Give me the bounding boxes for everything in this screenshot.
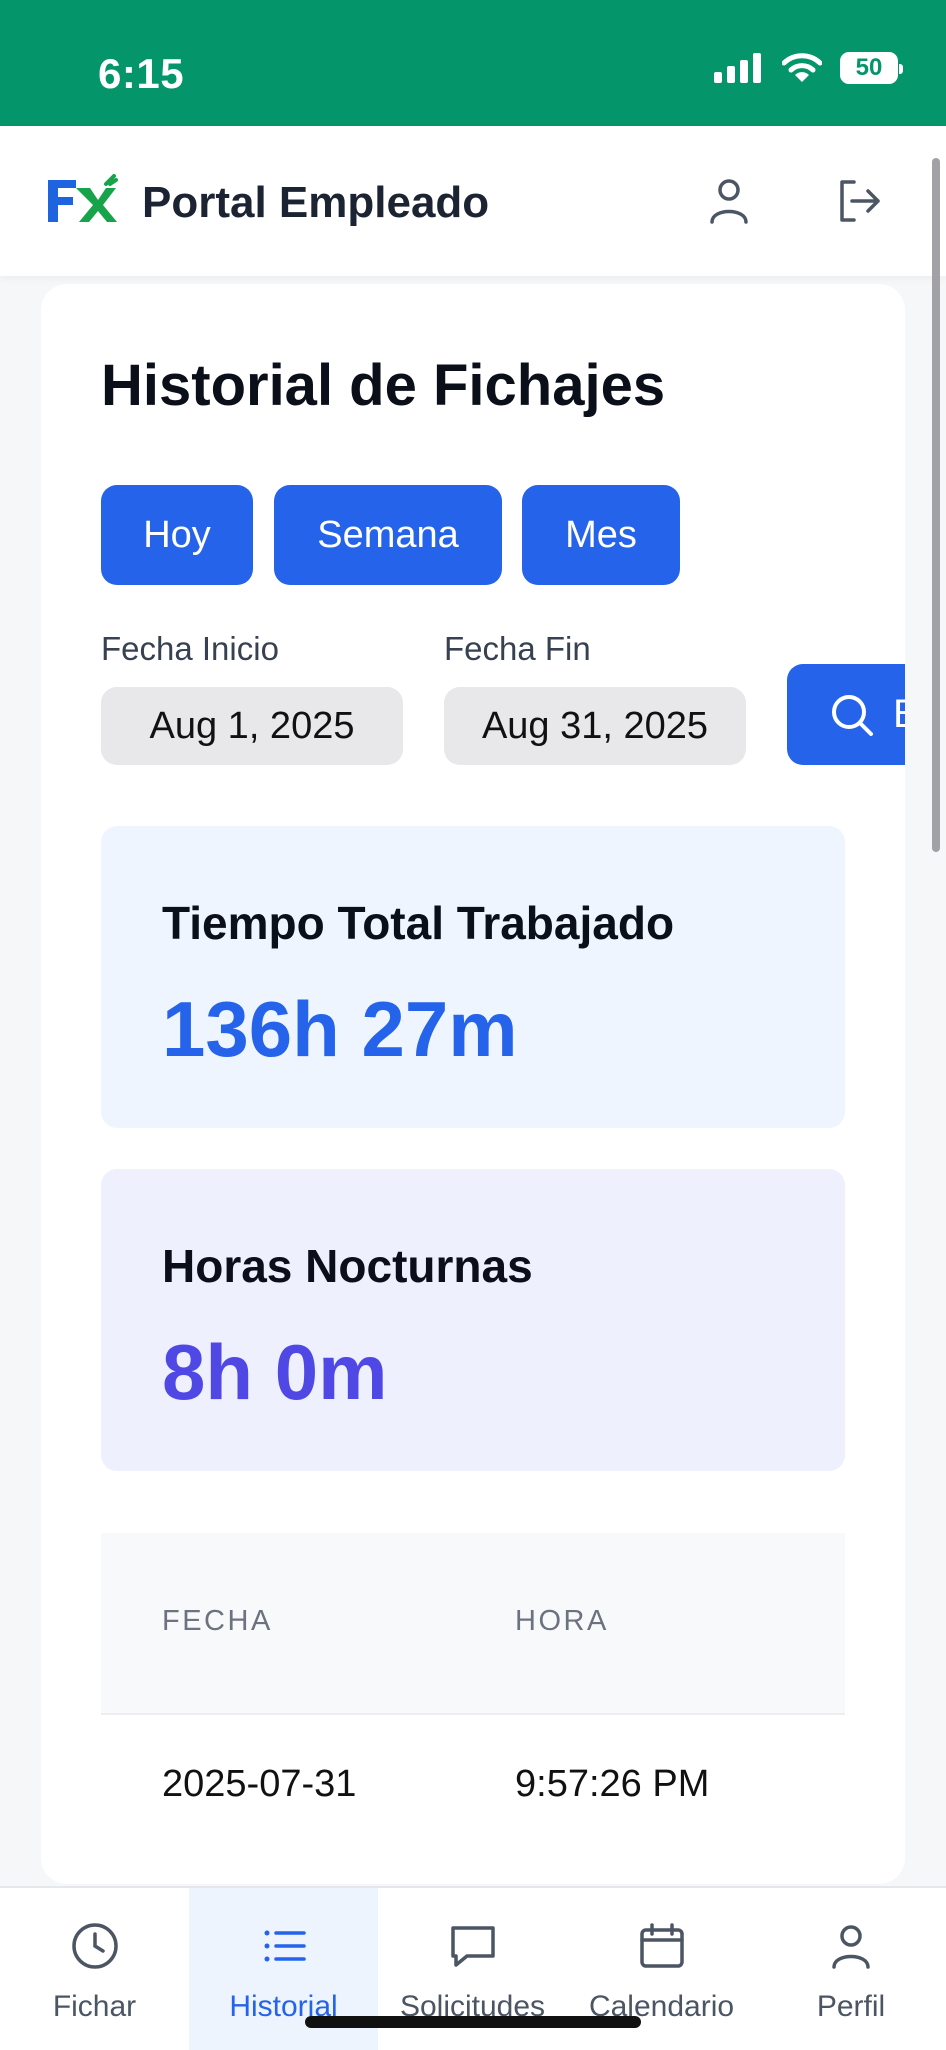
search-button[interactable]: Bu	[787, 664, 905, 765]
app-title: Portal Empleado	[142, 178, 490, 227]
filter-month-button[interactable]: Mes	[522, 485, 680, 585]
table-row: 2025-07-31 9:57:26 PM	[101, 1715, 845, 1865]
logout-icon[interactable]	[832, 174, 886, 228]
nav-label-fichar: Fichar	[52, 1990, 137, 2023]
battery-level: 50	[855, 54, 883, 81]
calendar-icon	[639, 1923, 684, 1968]
signal-icon	[714, 53, 761, 83]
battery-icon: 50	[840, 52, 903, 84]
nav-label-perfil: Perfil	[816, 1990, 886, 2023]
night-hours-value: 8h 0m	[162, 1328, 388, 1416]
filter-week-button[interactable]: Semana	[274, 485, 502, 585]
page-title: Historial de Fichajes	[101, 353, 666, 418]
total-time-card: Tiempo Total Trabajado 136h 27m	[101, 826, 845, 1128]
filter-today-button[interactable]: Hoy	[101, 485, 253, 585]
total-time-value: 136h 27m	[162, 985, 518, 1073]
status-bar: 6:15 50	[0, 0, 946, 126]
column-header-fecha: FECHA	[162, 1605, 273, 1637]
list-icon	[264, 1930, 306, 1962]
status-time: 6:15	[98, 50, 185, 97]
cell-fecha: 2025-07-31	[162, 1763, 357, 1805]
home-indicator	[305, 2016, 641, 2028]
search-label: Bu	[893, 692, 905, 737]
scrollbar[interactable]	[932, 158, 940, 852]
history-card: Historial de Fichajes Hoy Semana Mes Fec…	[41, 284, 905, 1884]
search-icon	[832, 694, 873, 736]
start-date-label: Fecha Inicio	[101, 630, 279, 667]
clock-icon	[71, 1923, 118, 1969]
history-table: FECHA HORA 2025-07-31 9:57:26 PM	[101, 1533, 845, 1865]
night-hours-title: Horas Nocturnas	[162, 1240, 533, 1292]
end-date-label: Fecha Fin	[444, 630, 591, 667]
status-icons: 50	[714, 52, 903, 84]
user-icon	[832, 1925, 870, 1969]
column-header-hora: HORA	[515, 1605, 609, 1637]
chat-icon	[450, 1926, 495, 1967]
fx-logo	[48, 174, 118, 222]
wifi-icon	[782, 53, 822, 82]
nav-item-perfil[interactable]: Perfil	[756, 1888, 946, 2050]
app-header: Portal Empleado	[0, 126, 946, 276]
cell-hora: 9:57:26 PM	[515, 1763, 710, 1805]
user-icon[interactable]	[702, 174, 756, 228]
night-hours-card: Horas Nocturnas 8h 0m	[101, 1169, 845, 1471]
table-header: FECHA HORA	[101, 1533, 845, 1715]
end-date-input[interactable]: Aug 31, 2025	[444, 687, 746, 765]
nav-item-fichar[interactable]: Fichar	[0, 1888, 189, 2050]
total-time-title: Tiempo Total Trabajado	[162, 897, 675, 949]
start-date-input[interactable]: Aug 1, 2025	[101, 687, 403, 765]
